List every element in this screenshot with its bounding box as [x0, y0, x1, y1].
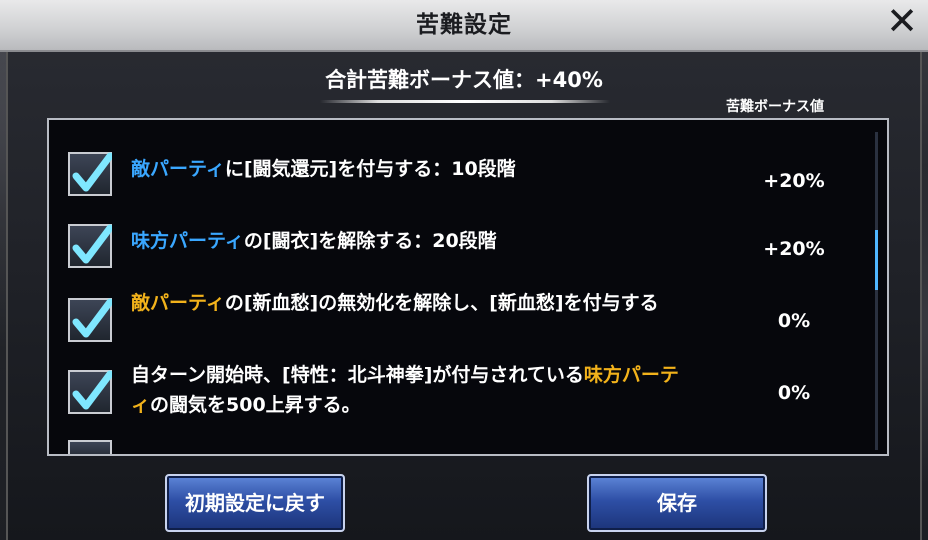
scrollbar-track[interactable]	[875, 132, 878, 450]
checkbox[interactable]	[68, 370, 112, 414]
checkmark-icon	[72, 224, 112, 264]
scrollbar-thumb[interactable]	[875, 230, 878, 290]
condition-body: 自ターン開始時、[特性：北斗神拳]が付与されている	[131, 364, 584, 386]
total-bonus-label: 合計苦難ボーナス値：+40%	[325, 68, 603, 92]
condition-body: に[闘気還元]を付与する：10段階	[224, 158, 516, 180]
condition-highlight: 敵パーティ	[131, 292, 225, 314]
divider	[320, 100, 610, 103]
condition-highlight: 味方パーティ	[131, 230, 244, 252]
dialog-title: 苦難設定	[416, 12, 512, 38]
checkbox[interactable]	[68, 224, 112, 268]
list-item[interactable]: 味方パーティの[闘衣]を解除する：20段階 +20%	[49, 216, 869, 286]
close-icon[interactable]: ✕	[882, 2, 922, 42]
condition-list[interactable]: 敵パーティに[闘気還元]を付与する：10段階 +20% 味方パーティの[闘衣]を…	[47, 118, 889, 456]
list-item[interactable]: 敵パーティの[新血愁]の無効化を解除し、[新血愁]を付与する 0%	[49, 288, 869, 358]
bonus-value: +20%	[763, 238, 825, 260]
save-button[interactable]: 保存	[587, 474, 767, 532]
condition-body: の闘気を500上昇する。	[150, 394, 361, 416]
condition-text: 敵パーティの[新血愁]の無効化を解除し、[新血愁]を付与する	[131, 288, 691, 318]
list-item[interactable]: 敵パーティに[闘気還元]を付与する：10段階 +20%	[49, 144, 869, 214]
condition-body: の[新血愁]の無効化を解除し、[新血愁]を付与する	[224, 292, 659, 314]
condition-text: 味方パーティの[闘衣]を解除する：20段階	[131, 226, 691, 256]
bonus-value: 0%	[777, 310, 811, 332]
condition-body: の[闘衣]を解除する：20段階	[243, 230, 497, 252]
condition-highlight: 敵パーティ	[131, 158, 225, 180]
reset-button[interactable]: 初期設定に戻す	[165, 474, 345, 532]
bonus-value: 0%	[777, 382, 811, 404]
list-item[interactable]: 自ターン開始時、[特性：北斗神拳]が付与されている味方パーティの闘気を500上昇…	[49, 360, 869, 430]
condition-text: 自ターン開始時、[特性：北斗神拳]が付与されている味方パーティの闘気を500上昇…	[131, 360, 691, 420]
condition-text: 敵パーティに[闘気還元]を付与する：10段階	[131, 154, 691, 184]
checkbox[interactable]	[68, 440, 112, 454]
checkmark-icon	[72, 152, 112, 192]
checkmark-icon	[72, 298, 112, 338]
checkmark-icon	[72, 370, 112, 410]
checkbox[interactable]	[68, 152, 112, 196]
bonus-value: +20%	[763, 170, 825, 192]
checkbox[interactable]	[68, 298, 112, 342]
bonus-column-header: 苦難ボーナス値	[726, 99, 824, 115]
